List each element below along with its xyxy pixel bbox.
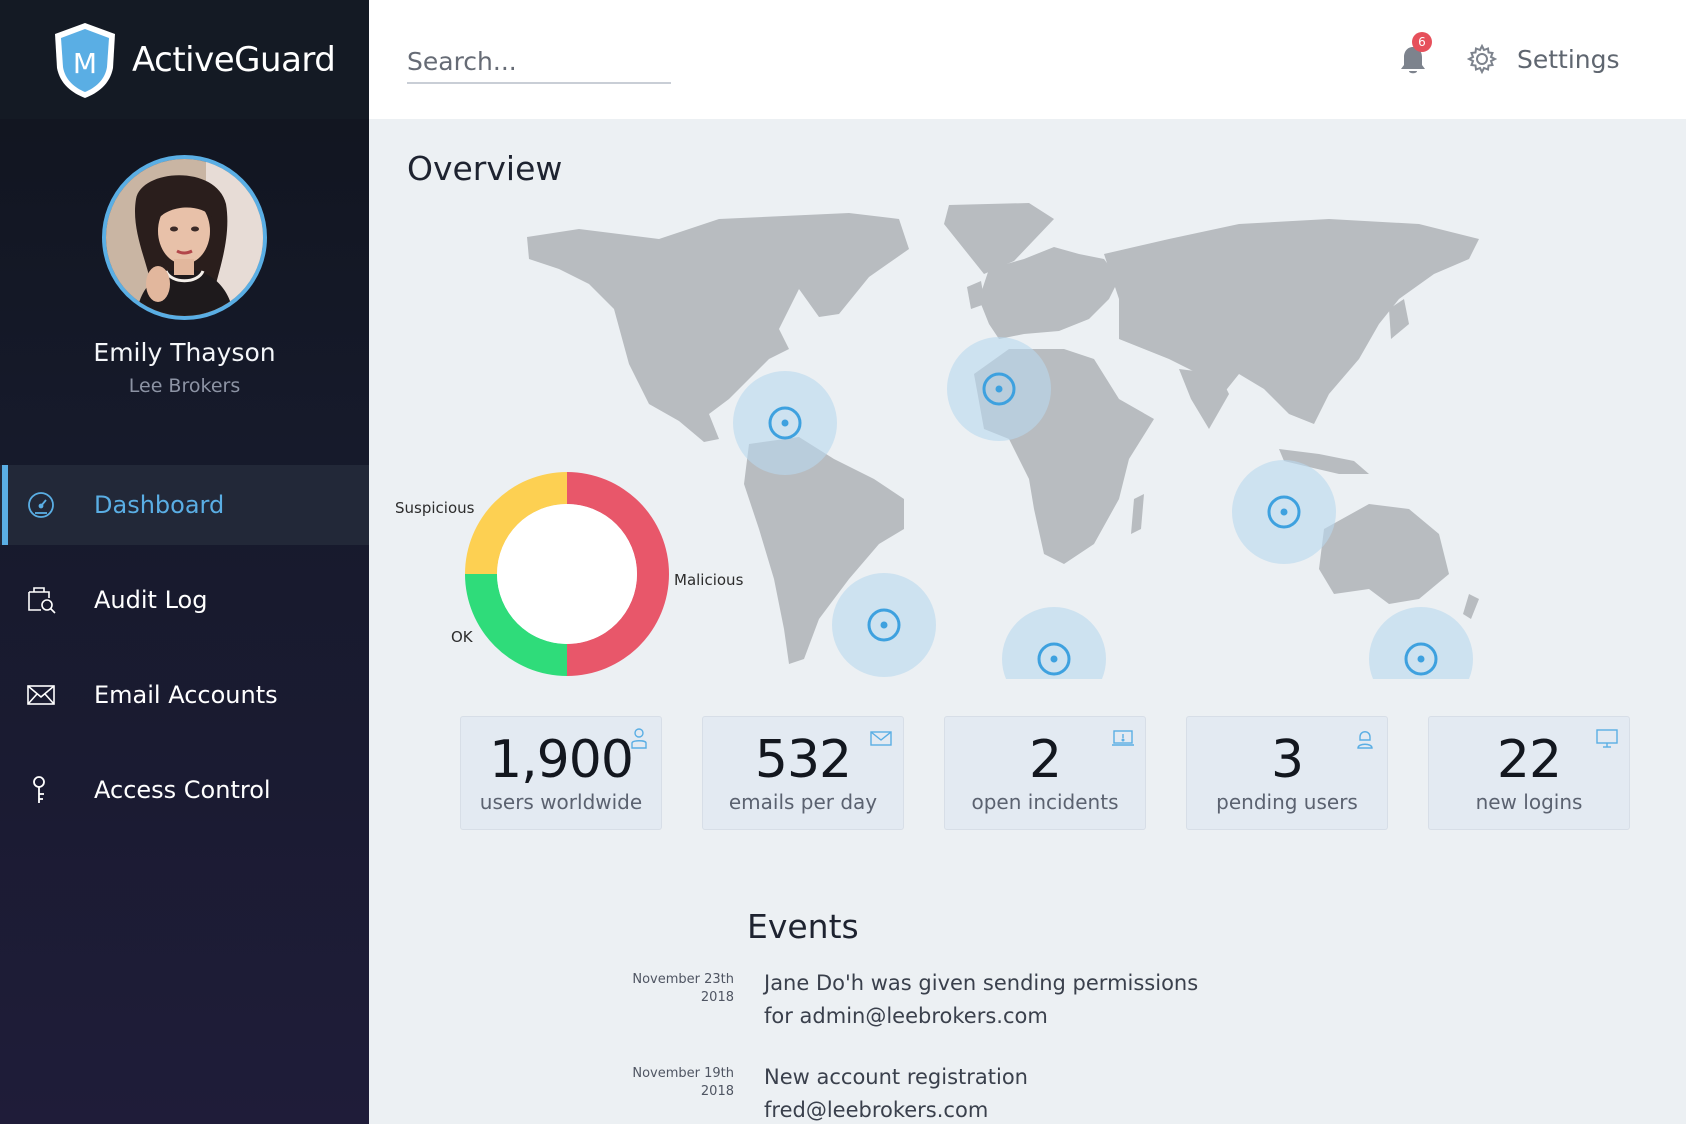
sidebar-item-label: Email Accounts — [94, 681, 278, 709]
event-date-line: November 23th — [632, 972, 734, 987]
event-date-line: November 19th — [632, 1066, 734, 1081]
sidebar-item-label: Dashboard — [94, 491, 225, 519]
settings-link[interactable]: Settings — [1517, 45, 1620, 74]
uk-shape — [967, 281, 985, 309]
laptop-alert-icon — [1112, 730, 1134, 746]
map-marker-south-america — [832, 573, 936, 677]
top-bar: 6 Settings — [369, 0, 1686, 119]
stat-card-users[interactable]: 1,900 users worldwide — [460, 716, 662, 830]
key-icon — [24, 773, 58, 807]
stat-card-emails[interactable]: 532 emails per day — [702, 716, 904, 830]
main-content: Overview Suspicious Malicious OK 1,900 u… — [369, 119, 1686, 1124]
speedometer-icon — [24, 488, 58, 522]
madagascar-shape — [1131, 494, 1144, 534]
sidebar-item-dashboard[interactable]: Dashboard — [0, 465, 369, 545]
brand-header: M ActiveGuard — [0, 0, 369, 119]
stat-label: new logins — [1475, 790, 1583, 814]
donut-label-suspicious: Suspicious — [395, 499, 475, 517]
stat-label: pending users — [1216, 790, 1358, 814]
sidebar-item-audit-log[interactable]: Audit Log — [0, 560, 369, 640]
sidebar-item-label: Audit Log — [94, 586, 208, 614]
map-marker-australia — [1369, 607, 1473, 679]
events-title: Events — [747, 907, 859, 946]
user-name: Emily Thayson — [93, 338, 276, 367]
notification-badge: 6 — [1412, 32, 1432, 52]
new-zealand-shape — [1463, 594, 1479, 619]
map-marker-southeast-asia — [1232, 460, 1336, 564]
sidebar-nav: Dashboard Audit Log Email Accounts Acces… — [0, 465, 369, 845]
svg-text:M: M — [73, 47, 97, 80]
donut-label-malicious: Malicious — [674, 571, 744, 589]
user-pending-icon — [1357, 731, 1373, 749]
envelope-icon — [24, 678, 58, 712]
north-america-shape — [527, 213, 909, 442]
donut-label-ok: OK — [451, 628, 473, 646]
donut-hole — [497, 504, 637, 644]
stat-label: users worldwide — [479, 790, 643, 814]
user-profile: Emily Thayson Lee Brokers — [0, 119, 369, 397]
asia-shape — [1104, 219, 1479, 424]
event-item: November 19th 2018 New account registrat… — [569, 1061, 1469, 1124]
stat-label: emails per day — [728, 790, 878, 814]
envelope-icon — [870, 731, 892, 746]
stat-card-pending-users[interactable]: 3 pending users — [1186, 716, 1388, 830]
sidebar-item-email-accounts[interactable]: Email Accounts — [0, 655, 369, 735]
event-date: November 19th 2018 — [569, 1061, 734, 1124]
app-name: ActiveGuard — [132, 39, 336, 80]
overview-title: Overview — [407, 149, 563, 188]
user-icon — [631, 728, 647, 749]
shield-logo-icon: M — [55, 22, 115, 98]
australia-shape — [1319, 504, 1449, 604]
sidebar: M ActiveGuard Emily Thayson Lee Brokers — [0, 0, 369, 1124]
map-marker-southern-africa — [1002, 607, 1106, 679]
search-input[interactable] — [407, 40, 671, 84]
audit-search-icon — [24, 583, 58, 617]
stat-card-logins[interactable]: 22 new logins — [1428, 716, 1630, 830]
sidebar-item-access-control[interactable]: Access Control — [0, 750, 369, 830]
event-item: November 23th 2018 Jane Do'h was given s… — [569, 967, 1469, 1033]
stats-row: 1,900 users worldwide 532 emails per day… — [460, 716, 1630, 830]
stat-label: open incidents — [971, 790, 1119, 814]
gear-icon[interactable] — [1467, 44, 1497, 74]
event-year: 2018 — [700, 990, 734, 1005]
map-marker-north-america — [733, 371, 837, 475]
stat-card-incidents[interactable]: 2 open incidents — [944, 716, 1146, 830]
user-company: Lee Brokers — [128, 375, 241, 397]
avatar[interactable] — [102, 155, 267, 320]
event-date: November 23th 2018 — [569, 967, 734, 1033]
map-marker-europe — [947, 337, 1051, 441]
event-text: Jane Do'h was given sending permissions … — [764, 971, 1199, 1028]
sidebar-item-label: Access Control — [94, 776, 271, 804]
threat-donut-chart — [465, 472, 669, 676]
monitor-icon — [1596, 729, 1618, 748]
event-text: New account registration fred@leebrokers… — [764, 1065, 1028, 1122]
event-year: 2018 — [700, 1084, 734, 1099]
